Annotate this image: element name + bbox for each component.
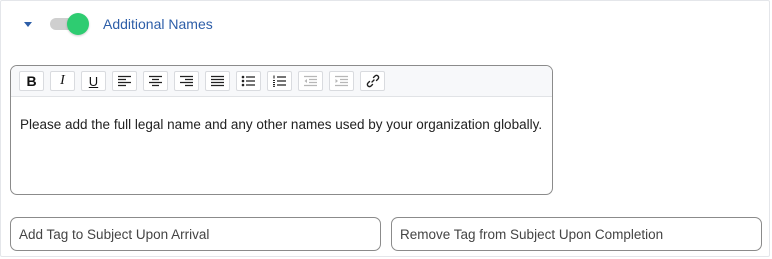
add-tag-on-arrival-input[interactable] — [10, 217, 381, 251]
align-right-button[interactable] — [174, 71, 199, 91]
toggle-knob — [67, 13, 89, 35]
editor-toolbar: B I U — [11, 66, 552, 97]
outdent-icon — [304, 75, 317, 87]
align-center-icon — [149, 75, 162, 87]
rich-text-editor: B I U Please add the full legal name and… — [10, 65, 553, 195]
remove-tag-on-completion-input[interactable] — [391, 217, 762, 251]
indent-button[interactable] — [329, 71, 354, 91]
indent-icon — [335, 75, 348, 87]
italic-icon: I — [60, 73, 65, 88]
additional-names-panel: Additional Names B I U Please add the fu… — [0, 0, 770, 257]
align-justify-icon — [211, 75, 224, 87]
bold-button[interactable]: B — [19, 71, 44, 91]
numbered-list-button[interactable] — [267, 71, 292, 91]
align-center-button[interactable] — [143, 71, 168, 91]
bulleted-list-icon — [241, 75, 255, 87]
section-toggle[interactable] — [50, 13, 90, 35]
bold-icon: B — [26, 73, 37, 89]
align-left-button[interactable] — [112, 71, 137, 91]
align-right-icon — [180, 75, 193, 87]
editor-content[interactable]: Please add the full legal name and any o… — [11, 97, 552, 132]
bulleted-list-button[interactable] — [236, 71, 261, 91]
link-button[interactable] — [360, 71, 385, 91]
editor-text: Please add the full legal name and any o… — [20, 117, 543, 132]
section-title: Additional Names — [103, 16, 213, 32]
section-header: Additional Names — [21, 11, 213, 37]
italic-button[interactable]: I — [50, 71, 75, 91]
underline-button[interactable]: U — [81, 71, 106, 91]
align-left-icon — [118, 75, 131, 87]
outdent-button[interactable] — [298, 71, 323, 91]
underline-icon: U — [88, 73, 99, 89]
link-icon — [366, 74, 379, 88]
numbered-list-icon — [273, 75, 286, 87]
align-justify-button[interactable] — [205, 71, 230, 91]
collapse-caret-icon[interactable] — [24, 21, 32, 27]
